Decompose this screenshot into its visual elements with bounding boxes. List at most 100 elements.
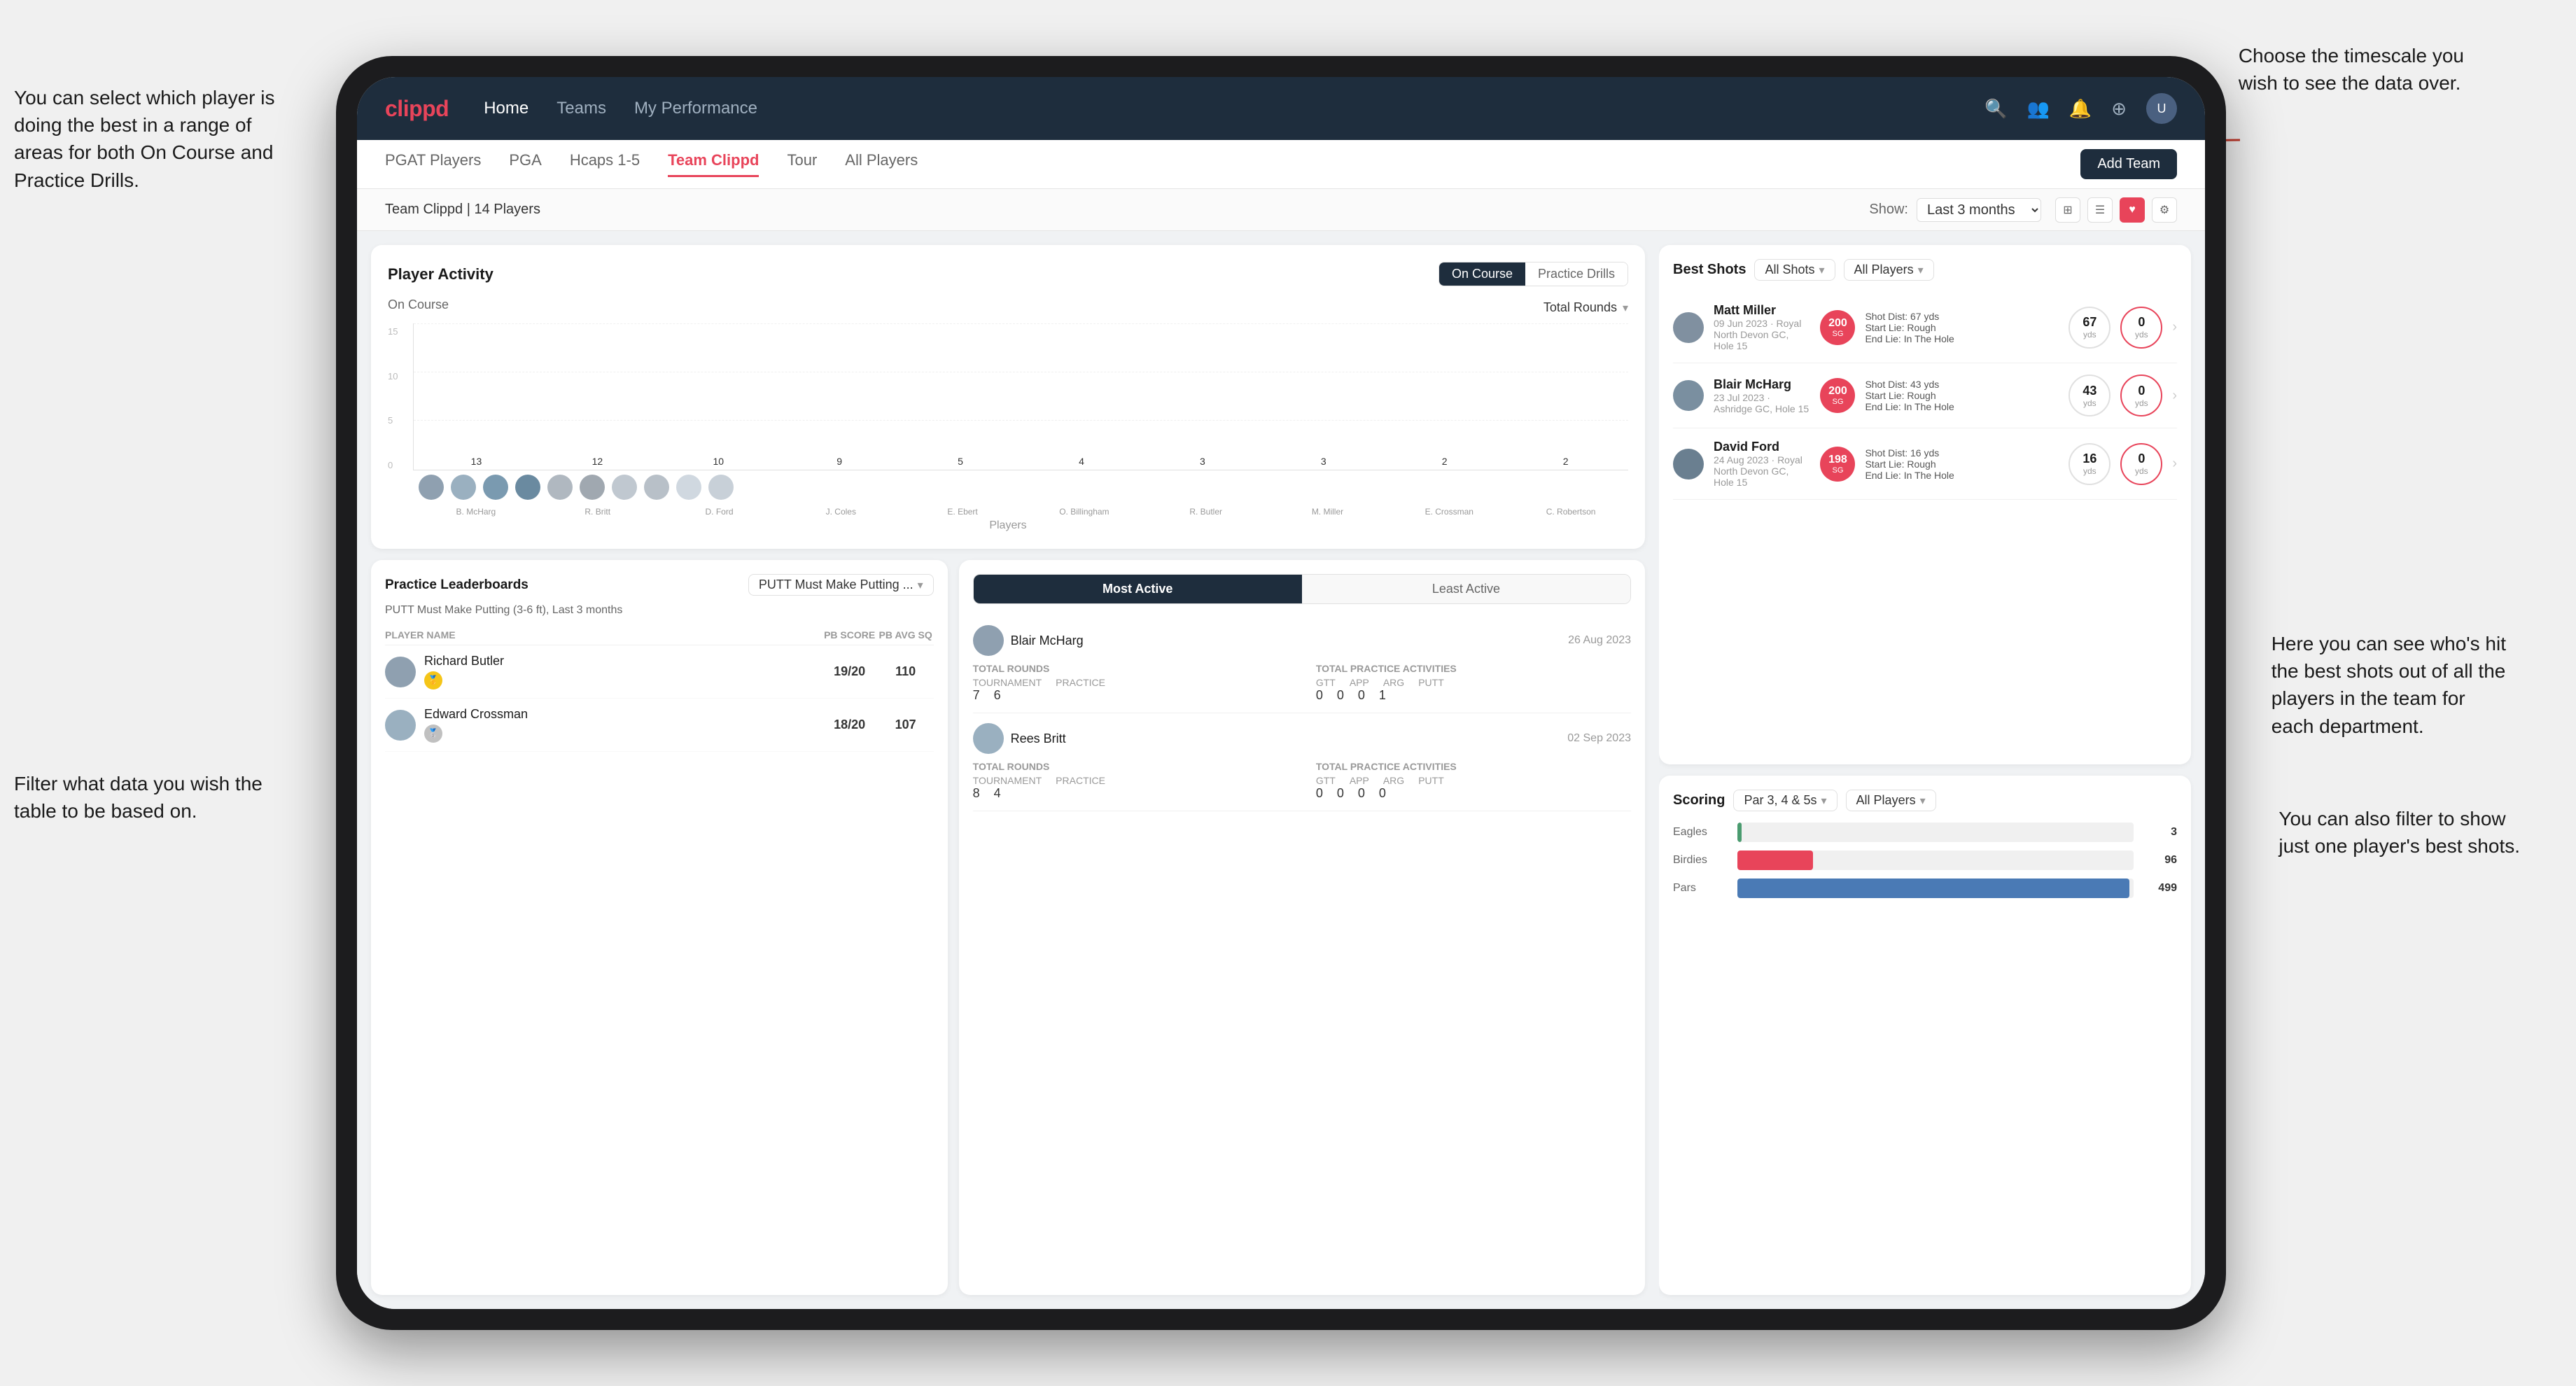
list-view-btn[interactable]: ☰ bbox=[2087, 197, 2113, 223]
practice-val-1: 6 bbox=[994, 688, 1001, 703]
practice-label-2: Total Practice Activities bbox=[1316, 761, 1631, 772]
bell-icon[interactable]: 🔔 bbox=[2069, 98, 2092, 120]
shot-stat-val-2: 43 bbox=[2082, 384, 2096, 398]
scoring-header: Scoring Par 3, 4 & 5s ▾ All Players ▾ bbox=[1673, 790, 2177, 811]
tab-pga[interactable]: PGA bbox=[509, 151, 541, 177]
activity-player-row-rbritt: Rees Britt 02 Sep 2023 Total Rounds Tour… bbox=[973, 713, 1631, 811]
nav-item-performance[interactable]: My Performance bbox=[634, 99, 757, 118]
shot-row-chevron-1[interactable]: › bbox=[2172, 319, 2177, 335]
all-players-filter-btn[interactable]: All Players ▾ bbox=[1844, 259, 1934, 281]
shot-sg-1: SG bbox=[1832, 330, 1843, 338]
activity-date-1: 26 Aug 2023 bbox=[1568, 634, 1631, 647]
shot-badge-3: 198 SG bbox=[1820, 447, 1855, 482]
tab-tour[interactable]: Tour bbox=[787, 151, 817, 177]
tab-team-clippd[interactable]: Team Clippd bbox=[668, 151, 759, 177]
y-tick-0: 0 bbox=[388, 460, 413, 470]
settings-view-btn[interactable]: ⚙ bbox=[2152, 197, 2177, 223]
shot-row-bmcharg: Blair McHarg 23 Jul 2023 · Ashridge GC, … bbox=[1673, 363, 2177, 428]
shot-stat-zero-1: 0 yds bbox=[2120, 307, 2162, 349]
app-val-2: 0 bbox=[1337, 786, 1344, 801]
right-panel: Best Shots All Shots ▾ All Players ▾ bbox=[1659, 231, 2205, 1309]
shot-stat-zero-unit-2: yds bbox=[2135, 398, 2148, 408]
annotation-filter: Filter what data you wish thetable to be… bbox=[14, 770, 262, 825]
grid-view-btn[interactable]: ⊞ bbox=[2055, 197, 2080, 223]
tab-all-players[interactable]: All Players bbox=[845, 151, 918, 177]
pars-bar-wrap bbox=[1737, 878, 2134, 898]
player-info-butler: Richard Butler 🥇 bbox=[385, 654, 822, 690]
months-select[interactable]: Last 3 months bbox=[1917, 198, 2041, 222]
card-view-btn[interactable]: ♥ bbox=[2120, 197, 2145, 223]
left-panel: Player Activity On Course Practice Drill… bbox=[357, 231, 1659, 1309]
shot-stat-val-1: 67 bbox=[2082, 315, 2096, 330]
pb-avg-crossman: 107 bbox=[878, 718, 934, 732]
search-icon[interactable]: 🔍 bbox=[1984, 98, 2007, 120]
nav-items: Home Teams My Performance bbox=[484, 99, 1949, 118]
rank-icon: 🥈 bbox=[428, 728, 439, 739]
rounds-cols-2: Tournament Practice bbox=[973, 775, 1288, 786]
most-active-card: Most Active Least Active Blair McHarg 26… bbox=[959, 560, 1645, 1295]
activity-card-title: Player Activity bbox=[388, 265, 493, 284]
arg-val-1: 0 bbox=[1358, 688, 1365, 703]
team-label: Team Clippd | 14 Players bbox=[385, 202, 1869, 218]
app-logo: clippd bbox=[385, 96, 449, 122]
shot-detail-3: Shot Dist: 16 yds Start Lie: Rough End L… bbox=[1865, 447, 2059, 481]
total-rounds-filter[interactable]: Total Rounds ▾ bbox=[1544, 300, 1628, 315]
tournament-col-2: Tournament bbox=[973, 775, 1042, 786]
people-icon[interactable]: 👥 bbox=[2026, 98, 2049, 120]
nav-item-teams[interactable]: Teams bbox=[556, 99, 606, 118]
bar-bmcharg: 13 bbox=[419, 456, 533, 470]
arg-col-2: ARG bbox=[1383, 775, 1404, 786]
putt-val-1: 1 bbox=[1379, 688, 1386, 703]
shot-row-chevron-3[interactable]: › bbox=[2172, 456, 2177, 472]
player-info-crossman: Edward Crossman 🥈 bbox=[385, 707, 822, 743]
all-shots-filter-btn[interactable]: All Shots ▾ bbox=[1754, 259, 1835, 281]
add-team-button[interactable]: Add Team bbox=[2080, 149, 2177, 179]
practice-val-2: 4 bbox=[994, 786, 1001, 801]
practice-vals-2: 0 0 0 0 bbox=[1316, 786, 1631, 801]
putt-col-1: PUTT bbox=[1418, 677, 1444, 688]
shot-row-chevron-2[interactable]: › bbox=[2172, 388, 2177, 404]
drill-filter-btn[interactable]: PUTT Must Make Putting ... ▾ bbox=[748, 574, 934, 596]
practice-drills-toggle[interactable]: Practice Drills bbox=[1525, 262, 1628, 286]
shot-badge-val-1: 200 bbox=[1828, 317, 1847, 330]
pb-score-crossman: 18/20 bbox=[822, 718, 878, 732]
arg-col-1: ARG bbox=[1383, 677, 1404, 688]
annotation-player-best: You can select which player isdoing the … bbox=[14, 84, 275, 194]
total-rounds-group-1: Total Rounds Tournament Practice 7 6 bbox=[973, 663, 1288, 703]
plus-circle-icon[interactable]: ⊕ bbox=[2111, 98, 2127, 120]
avatar-bmcharg bbox=[419, 475, 444, 500]
tab-pgat-players[interactable]: PGAT Players bbox=[385, 151, 481, 177]
col-pb-score: PB SCORE bbox=[822, 629, 878, 640]
app-col-2: APP bbox=[1350, 775, 1369, 786]
bar-ecrossman: 2 bbox=[1387, 456, 1502, 470]
nav-item-home[interactable]: Home bbox=[484, 99, 528, 118]
least-active-tab[interactable]: Least Active bbox=[1302, 575, 1630, 603]
shot-stat-zero-val-2: 0 bbox=[2138, 384, 2145, 398]
tablet-frame: clippd Home Teams My Performance 🔍 👥 🔔 ⊕… bbox=[336, 56, 2226, 1330]
gtt-col-1: GTT bbox=[1316, 677, 1336, 688]
practice-cols-1: GTT APP ARG PUTT bbox=[1316, 677, 1631, 688]
scoring-players-chevron: ▾ bbox=[1920, 794, 1926, 808]
shot-player-info-3: David Ford 24 Aug 2023 · Royal North Dev… bbox=[1714, 440, 1810, 488]
user-avatar[interactable]: U bbox=[2146, 93, 2177, 124]
tab-hcaps[interactable]: Hcaps 1-5 bbox=[570, 151, 640, 177]
pars-bar-bg bbox=[1737, 878, 2134, 898]
shot-row-mmiller: Matt Miller 09 Jun 2023 · Royal North De… bbox=[1673, 292, 2177, 363]
scoring-row-pars: Pars 499 bbox=[1673, 878, 2177, 898]
shot-badge-1: 200 SG bbox=[1820, 310, 1855, 345]
bar-rbutler: 3 bbox=[1145, 456, 1259, 470]
par-filter-btn[interactable]: Par 3, 4 & 5s ▾ bbox=[1733, 790, 1837, 811]
pars-label: Pars bbox=[1673, 882, 1729, 895]
pb-score-butler: 19/20 bbox=[822, 664, 878, 679]
most-active-tab[interactable]: Most Active bbox=[974, 575, 1302, 603]
tournament-val-2: 8 bbox=[973, 786, 980, 801]
best-shots-title: Best Shots bbox=[1673, 262, 1746, 278]
activity-toggle-group: On Course Practice Drills bbox=[1438, 262, 1628, 286]
leaderboard-subtitle: PUTT Must Make Putting (3-6 ft), Last 3 … bbox=[385, 604, 934, 617]
practice-activities-group-2: Total Practice Activities GTT APP ARG PU… bbox=[1316, 761, 1631, 801]
shot-stat-unit-3: yds bbox=[2083, 466, 2096, 476]
activity-player-info-2: Rees Britt bbox=[973, 723, 1066, 754]
on-course-toggle[interactable]: On Course bbox=[1439, 262, 1525, 286]
activity-card-header: Player Activity On Course Practice Drill… bbox=[388, 262, 1628, 286]
scoring-players-filter-btn[interactable]: All Players ▾ bbox=[1846, 790, 1936, 811]
